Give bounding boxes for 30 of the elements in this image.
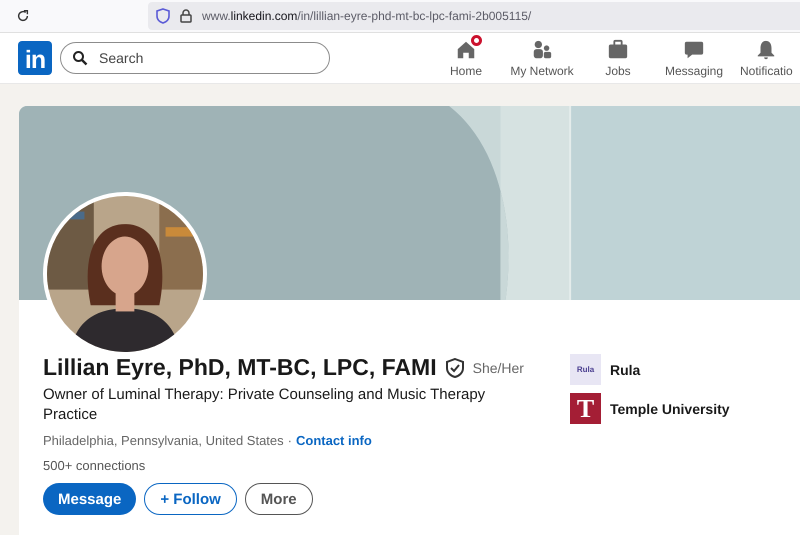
profile-name: Lillian Eyre, PhD, MT-BC, LPC, FAMI [43, 354, 437, 381]
reload-icon[interactable] [16, 9, 30, 23]
location: Philadelphia, Pennsylvania, United States [43, 433, 284, 448]
company-logo: T [570, 393, 601, 424]
shield-icon[interactable] [156, 8, 170, 24]
company-logo: Rula [570, 354, 601, 385]
nav-item[interactable]: My Network [504, 38, 580, 78]
lock-icon [180, 9, 192, 23]
nav-item[interactable]: Jobs [580, 38, 656, 78]
url-text: www.linkedin.com/in/lillian-eyre-phd-mt-bc-lpc-fami-2b005115/ [202, 9, 532, 23]
organization-name[interactable]: Rula [610, 362, 640, 378]
message-button[interactable]: Message [43, 483, 136, 515]
headline: Owner of Luminal Therapy: Private Counseling and Music Therapy Practice [43, 385, 486, 425]
logo[interactable]: in [18, 41, 52, 75]
nav-item[interactable]: Home [428, 38, 504, 78]
connections-count: 500+ connections [43, 458, 146, 473]
search-field[interactable]: Search [60, 42, 330, 74]
more-button[interactable]: More [244, 483, 313, 515]
nav-item[interactable]: Messaging [656, 38, 732, 78]
briefcase-icon [607, 38, 629, 60]
people-icon [531, 38, 553, 60]
pronouns: She/Her [472, 360, 524, 376]
organization-name[interactable]: Temple University [610, 400, 730, 416]
bell-icon [755, 38, 778, 60]
nav-item[interactable]: Notificatio [732, 38, 793, 78]
search-icon [72, 50, 88, 66]
follow-button[interactable]: + Follow [144, 483, 237, 515]
separator-dot: · [288, 433, 292, 448]
address-bar[interactable]: www.linkedin.com/in/lillian-eyre-phd-mt-bc-lpc-fami-2b005115/ [148, 2, 800, 30]
contact-info-link[interactable]: Contact info [296, 433, 372, 448]
